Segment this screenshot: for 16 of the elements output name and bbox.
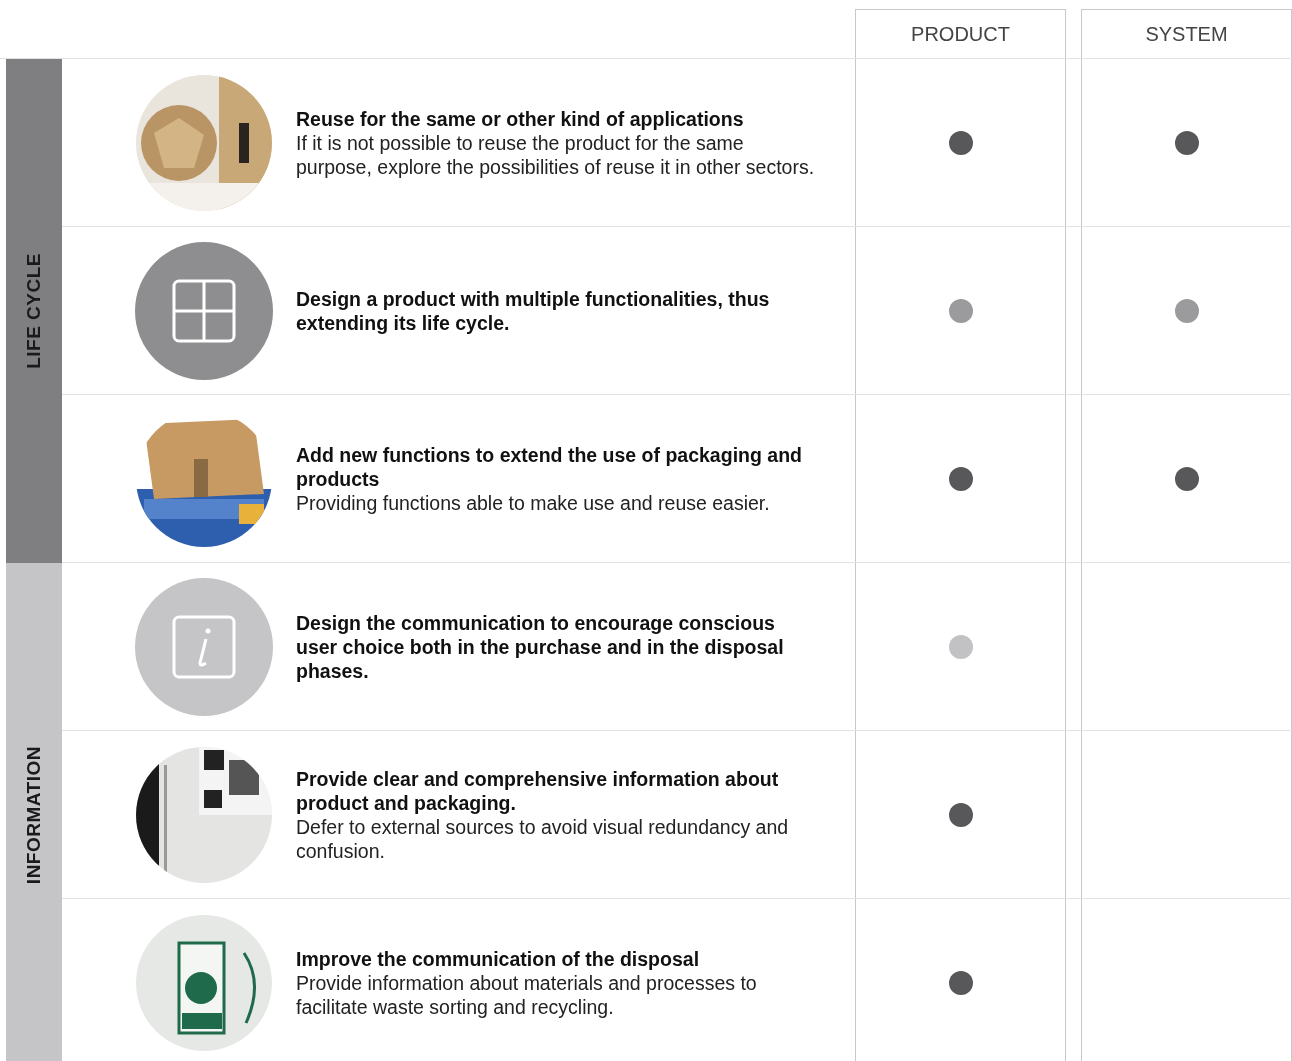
group-label: LIFE CYCLE — [23, 253, 45, 369]
guideline-title: Provide clear and comprehensive information about product and packaging. — [296, 766, 780, 815]
guideline-description: Provide information about materials and processes to facilitate waste sorting and recycling. — [296, 970, 758, 1019]
guideline-description: Providing functions able to make use and reuse easier. — [296, 490, 771, 515]
guideline-title: Add new functions to extend the use of packaging and products — [296, 442, 803, 491]
column-header: PRODUCT — [911, 22, 1010, 46]
guideline-description: Defer to external sources to avoid visual redundancy and confusion. — [296, 814, 790, 863]
guideline-title: Design a product with multiple functionalities, thus extending its life cycle. — [296, 286, 771, 335]
info-icon — [134, 576, 274, 717]
guideline-title: Reuse for the same or other kind of applications — [296, 106, 745, 131]
guideline-title: Improve the communication of the disposal — [296, 946, 701, 971]
guideline-title: Design the communication to encourage conscious user choice both in the purchase and in the disposal phases. — [296, 610, 785, 683]
column-header: SYSTEM — [1145, 22, 1228, 46]
group-label: INFORMATION — [23, 745, 45, 885]
guideline-description: If it is not possible to reuse the product for the same purpose, explore the possibilities of reuse it in other sectors. — [296, 130, 816, 179]
grid-icon — [134, 240, 274, 381]
